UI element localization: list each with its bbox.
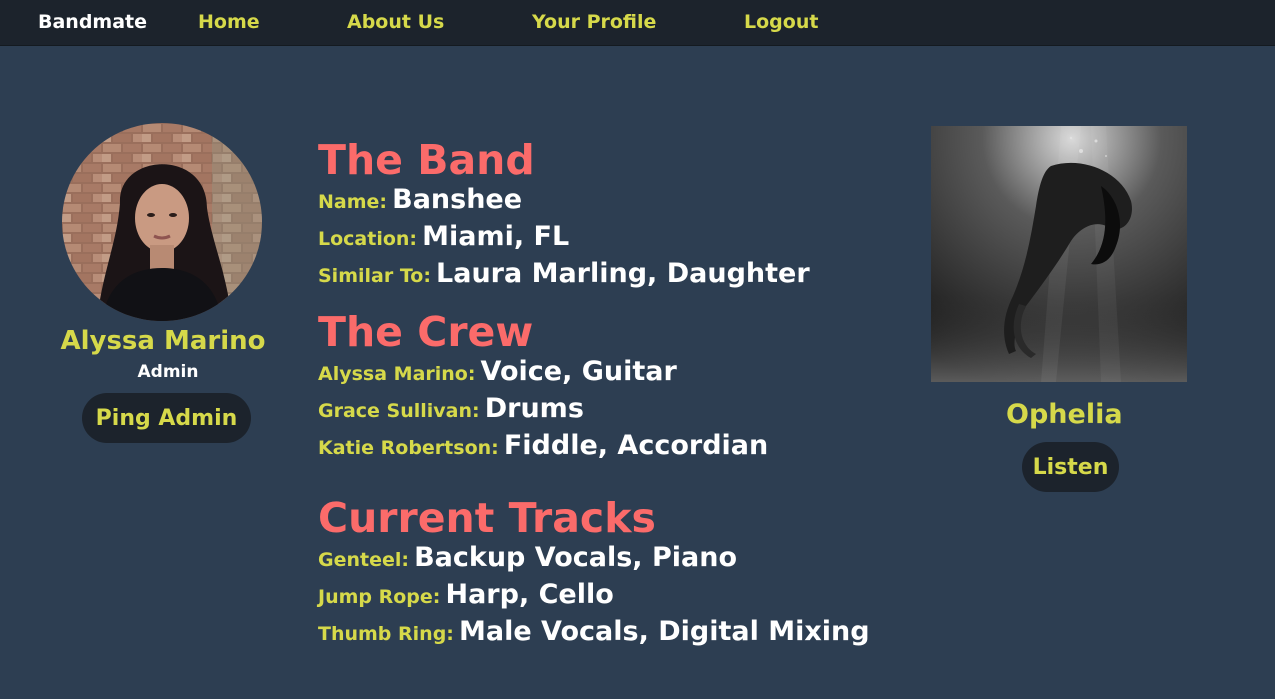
top-navbar: Bandmate Home About Us Your Profile Logo… <box>0 0 1275 46</box>
crew-row: Grace Sullivan: Drums <box>318 395 584 422</box>
band-similar-row: Similar To: Laura Marling, Daughter <box>318 260 810 287</box>
crew-section-title: The Crew <box>318 308 534 356</box>
crew-member-role: Fiddle, Accordian <box>503 430 769 461</box>
crew-row: Katie Robertson: Fiddle, Accordian <box>318 432 768 459</box>
track-needs-value: Backup Vocals, Piano <box>414 542 737 573</box>
listen-button[interactable]: Listen <box>1022 442 1119 492</box>
nav-logout-link[interactable]: Logout <box>744 11 818 33</box>
band-section-title: The Band <box>318 136 535 184</box>
nav-about-link[interactable]: About Us <box>347 11 444 33</box>
track-name-label: Thumb Ring: <box>318 623 454 645</box>
tracks-section-title: Current Tracks <box>318 494 656 542</box>
admin-avatar <box>62 123 262 321</box>
band-similar-value: Laura Marling, Daughter <box>436 258 810 289</box>
band-location-value: Miami, FL <box>422 221 570 252</box>
track-needs-value: Male Vocals, Digital Mixing <box>459 616 870 647</box>
track-row: Thumb Ring: Male Vocals, Digital Mixing <box>318 618 870 645</box>
nav-profile-link[interactable]: Your Profile <box>532 11 656 33</box>
brand-logo[interactable]: Bandmate <box>38 11 147 33</box>
crew-member-label: Katie Robertson: <box>318 437 499 459</box>
crew-member-label: Alyssa Marino: <box>318 363 476 385</box>
band-name-value: Banshee <box>392 184 523 215</box>
track-name-label: Genteel: <box>318 549 409 571</box>
track-row: Jump Rope: Harp, Cello <box>318 581 614 608</box>
ping-admin-button[interactable]: Ping Admin <box>82 393 251 443</box>
track-needs-value: Harp, Cello <box>445 579 614 610</box>
featured-track-name: Ophelia <box>1006 399 1123 430</box>
admin-name: Alyssa Marino <box>60 326 266 356</box>
crew-row: Alyssa Marino: Voice, Guitar <box>318 358 677 385</box>
nav-home-link[interactable]: Home <box>198 11 260 33</box>
admin-portrait-image <box>62 123 262 321</box>
admin-role-label: Admin <box>137 362 199 382</box>
crew-member-role: Drums <box>484 393 584 424</box>
band-name-label: Name: <box>318 191 388 213</box>
underwater-figure-image <box>931 126 1187 382</box>
track-name-label: Jump Rope: <box>318 586 441 608</box>
band-name-row: Name: Banshee <box>318 186 522 213</box>
track-row: Genteel: Backup Vocals, Piano <box>318 544 737 571</box>
crew-member-label: Grace Sullivan: <box>318 400 480 422</box>
band-similar-label: Similar To: <box>318 265 431 287</box>
band-location-row: Location: Miami, FL <box>318 223 569 250</box>
band-location-label: Location: <box>318 228 418 250</box>
crew-member-role: Voice, Guitar <box>480 356 677 387</box>
track-cover-image <box>931 126 1187 382</box>
